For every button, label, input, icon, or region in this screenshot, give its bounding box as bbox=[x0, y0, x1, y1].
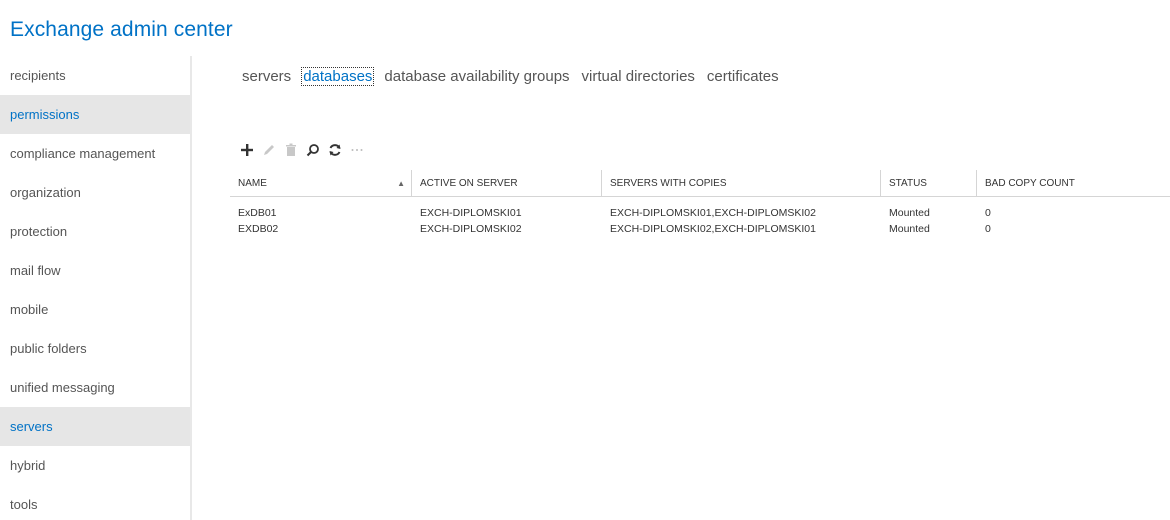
search-icon bbox=[306, 144, 319, 157]
column-header-name[interactable]: NAME ▲ bbox=[230, 169, 412, 197]
cell-status: Mounted bbox=[889, 223, 930, 235]
column-header-label: NAME bbox=[238, 177, 267, 189]
column-header-status[interactable]: STATUS bbox=[881, 169, 977, 197]
column-header-active-on-server[interactable]: ACTIVE ON SERVER bbox=[412, 169, 602, 197]
sidebar-item-compliance-management[interactable]: compliance management bbox=[0, 134, 190, 173]
refresh-icon bbox=[329, 144, 341, 156]
edit-button[interactable] bbox=[258, 139, 280, 161]
sidebar-item-public-folders[interactable]: public folders bbox=[0, 329, 190, 368]
sidebar-item-servers[interactable]: servers bbox=[0, 407, 190, 446]
database-grid: NAME ▲ ACTIVE ON SERVER SERVERS WITH COP… bbox=[230, 169, 1170, 237]
refresh-button[interactable] bbox=[324, 139, 346, 161]
toolbar bbox=[236, 139, 368, 161]
more-button[interactable] bbox=[346, 139, 368, 161]
grid-body: ExDB01 EXCH-DIPLOMSKI01 EXCH-DIPLOMSKI01… bbox=[230, 197, 1170, 237]
add-button[interactable] bbox=[236, 139, 258, 161]
app-title: Exchange admin center bbox=[10, 18, 233, 41]
sub-tab-bar: servers databases database availability … bbox=[240, 65, 789, 87]
edit-icon bbox=[264, 145, 274, 155]
tab-certificates[interactable]: certificates bbox=[705, 68, 781, 85]
column-header-bad-copy-count[interactable]: BAD COPY COUNT bbox=[977, 170, 1170, 197]
cell-status: Mounted bbox=[889, 207, 930, 219]
sidebar-item-mail-flow[interactable]: mail flow bbox=[0, 251, 190, 290]
column-header-servers-with-copies[interactable]: SERVERS WITH COPIES bbox=[602, 169, 881, 197]
grid-header: NAME ▲ ACTIVE ON SERVER SERVERS WITH COP… bbox=[230, 169, 1170, 197]
delete-icon bbox=[286, 143, 296, 156]
tab-databases[interactable]: databases bbox=[301, 66, 375, 86]
tab-database-availability-groups[interactable]: database availability groups bbox=[382, 68, 571, 85]
sort-ascending-icon: ▲ bbox=[397, 178, 405, 188]
sidebar-item-recipients[interactable]: recipients bbox=[0, 56, 190, 95]
sidebar-item-protection[interactable]: protection bbox=[0, 212, 190, 251]
sidebar-item-permissions[interactable]: permissions bbox=[0, 95, 190, 134]
table-row[interactable]: ExDB01 EXCH-DIPLOMSKI01 EXCH-DIPLOMSKI01… bbox=[230, 205, 1170, 221]
cell-bad-copy-count: 0 bbox=[985, 207, 991, 219]
sidebar-item-organization[interactable]: organization bbox=[0, 173, 190, 212]
more-icon bbox=[351, 149, 363, 151]
cell-name: ExDB01 bbox=[238, 207, 277, 219]
tab-virtual-directories[interactable]: virtual directories bbox=[580, 68, 697, 85]
cell-bad-copy-count: 0 bbox=[985, 223, 991, 235]
delete-button[interactable] bbox=[280, 139, 302, 161]
table-row[interactable]: EXDB02 EXCH-DIPLOMSKI02 EXCH-DIPLOMSKI02… bbox=[230, 221, 1170, 237]
search-button[interactable] bbox=[302, 139, 324, 161]
cell-active-on-server: EXCH-DIPLOMSKI01 bbox=[420, 207, 522, 219]
sidebar-item-unified-messaging[interactable]: unified messaging bbox=[0, 368, 190, 407]
sidebar-item-tools[interactable]: tools bbox=[0, 485, 190, 520]
sidebar-nav: recipients permissions compliance manage… bbox=[0, 56, 192, 520]
cell-servers-with-copies: EXCH-DIPLOMSKI02,EXCH-DIPLOMSKI01 bbox=[610, 223, 816, 235]
cell-active-on-server: EXCH-DIPLOMSKI02 bbox=[420, 223, 522, 235]
cell-name: EXDB02 bbox=[238, 223, 279, 235]
add-icon bbox=[241, 144, 253, 156]
sidebar-item-hybrid[interactable]: hybrid bbox=[0, 446, 190, 485]
tab-servers[interactable]: servers bbox=[240, 68, 293, 85]
cell-servers-with-copies: EXCH-DIPLOMSKI01,EXCH-DIPLOMSKI02 bbox=[610, 207, 816, 219]
sidebar-item-mobile[interactable]: mobile bbox=[0, 290, 190, 329]
